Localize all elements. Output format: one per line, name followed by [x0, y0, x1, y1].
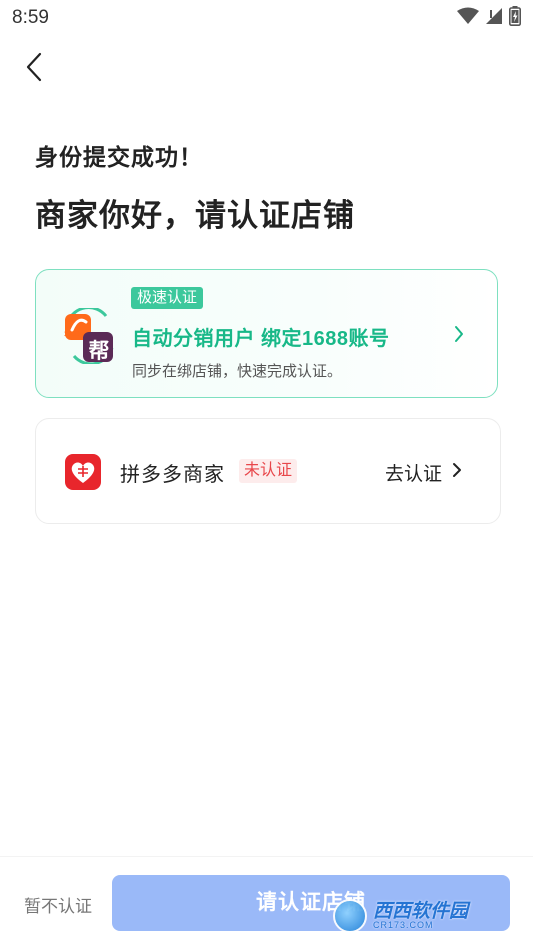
watermark-main: 西西软件园 [373, 901, 469, 922]
go-verify-label: 去认证 [385, 464, 443, 485]
page-title: 商家你好，请认证店铺 [35, 198, 355, 233]
status-bar: 8:59 [0, 0, 533, 36]
logo-1688-text: 1688 [64, 331, 80, 338]
status-time: 8:59 [12, 7, 49, 28]
watermark-text: 西西软件园 CR173.COM [373, 902, 468, 930]
chevron-right-icon [453, 324, 465, 349]
wifi-icon [457, 7, 479, 30]
status-badge: 未认证 [239, 459, 298, 483]
pdd-auth-card[interactable]: 拼多多商家 未认证 去认证 [35, 418, 501, 524]
bind-1688-logo: 帮 1688 [62, 306, 118, 366]
watermark-sub: CR173.COM [373, 920, 434, 930]
skip-verify-button[interactable]: 暂不认证 [24, 892, 92, 917]
signal-icon [485, 7, 503, 30]
fast-auth-description: 同步在绑店铺，快速完成认证。 [132, 363, 343, 380]
battery-icon [509, 5, 521, 31]
watermark-logo-icon [333, 899, 367, 933]
back-button[interactable] [18, 52, 50, 86]
go-verify-button[interactable]: 去认证 [385, 459, 462, 486]
bind-logo-text: 帮 [88, 340, 110, 363]
success-subtitle: 身份提交成功！ [35, 144, 203, 170]
fast-auth-badge: 极速认证 [131, 287, 204, 309]
pdd-merchant-name: 拼多多商家 [120, 464, 225, 486]
fast-auth-title: 自动分销用户 绑定1688账号 [132, 328, 390, 350]
chevron-right-icon [452, 461, 462, 485]
status-icons [457, 5, 521, 31]
fast-auth-card[interactable]: 帮 1688 极速认证 自动分销用户 绑定1688账号 同步在绑店铺，快速完成认… [35, 269, 498, 398]
back-arrow-icon [25, 52, 43, 87]
watermark: 西西软件园 CR173.COM [333, 896, 513, 936]
pinduoduo-logo-icon [65, 454, 101, 490]
